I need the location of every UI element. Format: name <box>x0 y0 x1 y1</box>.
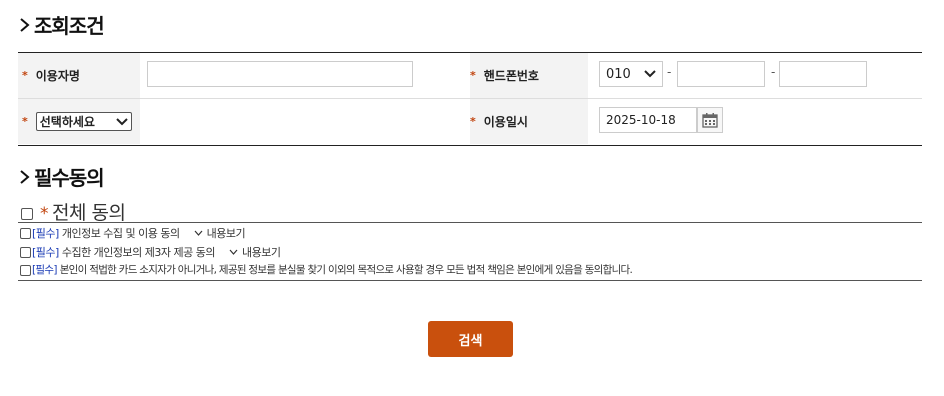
required-mark: * <box>470 115 476 128</box>
search-conditions-title-text: 조회조건 <box>34 14 105 38</box>
consent-title: 필수동의 <box>18 162 105 191</box>
required-mark: * <box>40 204 49 224</box>
view-content-label: 내용보기 <box>242 246 281 259</box>
divider <box>18 222 922 223</box>
chevron-down-icon <box>229 249 238 255</box>
phone-prefix-value: 010 <box>606 66 631 82</box>
chevron-down-icon <box>116 117 128 125</box>
required-mark: * <box>22 69 28 82</box>
form-row-1: * 이용자명 * 핸드폰번호 010 - - <box>18 53 922 99</box>
calendar-icon <box>702 113 718 128</box>
use-date-label: 이용일시 <box>483 115 528 129</box>
phone-separator: - <box>667 65 672 79</box>
view-content-link-1[interactable]: 내용보기 <box>194 225 246 241</box>
consent-text: 본인이 적법한 카드 소지자가 아니거나, 제공된 정보를 분실물 찾기 이외의… <box>59 264 633 276</box>
search-button[interactable]: 검색 <box>428 321 513 357</box>
chevron-down-icon <box>644 70 656 78</box>
search-form-table: * 이용자명 * 핸드폰번호 010 - - * 선택하세요 * 이용일시 <box>18 52 922 146</box>
consent-title-text: 필수동의 <box>34 166 105 190</box>
agree-all-checkbox[interactable] <box>21 208 33 220</box>
consent-checkbox-3[interactable] <box>20 265 31 276</box>
user-name-input[interactable] <box>147 61 413 87</box>
consent-tag: [필수] <box>32 227 59 240</box>
phone-middle-input[interactable] <box>677 61 765 87</box>
agree-all-text: 전체 동의 <box>52 202 126 224</box>
view-content-link-2[interactable]: 내용보기 <box>229 244 281 260</box>
form-row-2: * 선택하세요 * 이용일시 <box>18 99 922 144</box>
agree-all-label: * 전체 동의 <box>40 198 126 225</box>
calendar-button[interactable] <box>697 107 723 133</box>
use-date-label-cell: * 이용일시 <box>470 99 588 144</box>
view-content-label: 내용보기 <box>206 227 246 240</box>
search-conditions-title: 조회조건 <box>18 10 105 39</box>
phone-prefix-select[interactable]: 010 <box>599 61 663 87</box>
phone-last-input[interactable] <box>779 61 867 87</box>
phone-separator: - <box>771 65 776 79</box>
phone-label: 핸드폰번호 <box>483 69 539 83</box>
user-name-label-cell: * 이용자명 <box>18 53 140 98</box>
chevron-down-icon <box>194 230 203 236</box>
required-mark: * <box>470 69 476 82</box>
consent-item-3: [필수] 본인이 적법한 카드 소지자가 아니거나, 제공된 정보를 분실물 찾… <box>32 262 633 277</box>
select-label-cell: * 선택하세요 <box>18 99 140 144</box>
phone-label-cell: * 핸드폰번호 <box>470 53 588 98</box>
use-date-input[interactable] <box>599 107 697 133</box>
consent-text: 개인정보 수집 및 이용 동의 <box>61 227 180 240</box>
consent-text: 수집한 개인정보의 제3자 제공 동의 <box>61 246 216 259</box>
category-select[interactable]: 선택하세요 <box>35 112 132 131</box>
chevron-right-icon <box>20 17 30 32</box>
consent-item-2: [필수] 수집한 개인정보의 제3자 제공 동의 내용보기 <box>32 244 281 260</box>
chevron-right-icon <box>20 169 30 184</box>
consent-tag: [필수] <box>32 246 59 259</box>
user-name-label: 이용자명 <box>35 69 80 83</box>
consent-item-1: [필수] 개인정보 수집 및 이용 동의 내용보기 <box>32 225 246 241</box>
required-mark: * <box>22 115 28 128</box>
consent-tag: [필수] <box>32 264 57 276</box>
category-select-value: 선택하세요 <box>39 115 95 129</box>
consent-checkbox-1[interactable] <box>20 228 31 239</box>
divider <box>18 280 922 281</box>
consent-checkbox-2[interactable] <box>20 247 31 258</box>
